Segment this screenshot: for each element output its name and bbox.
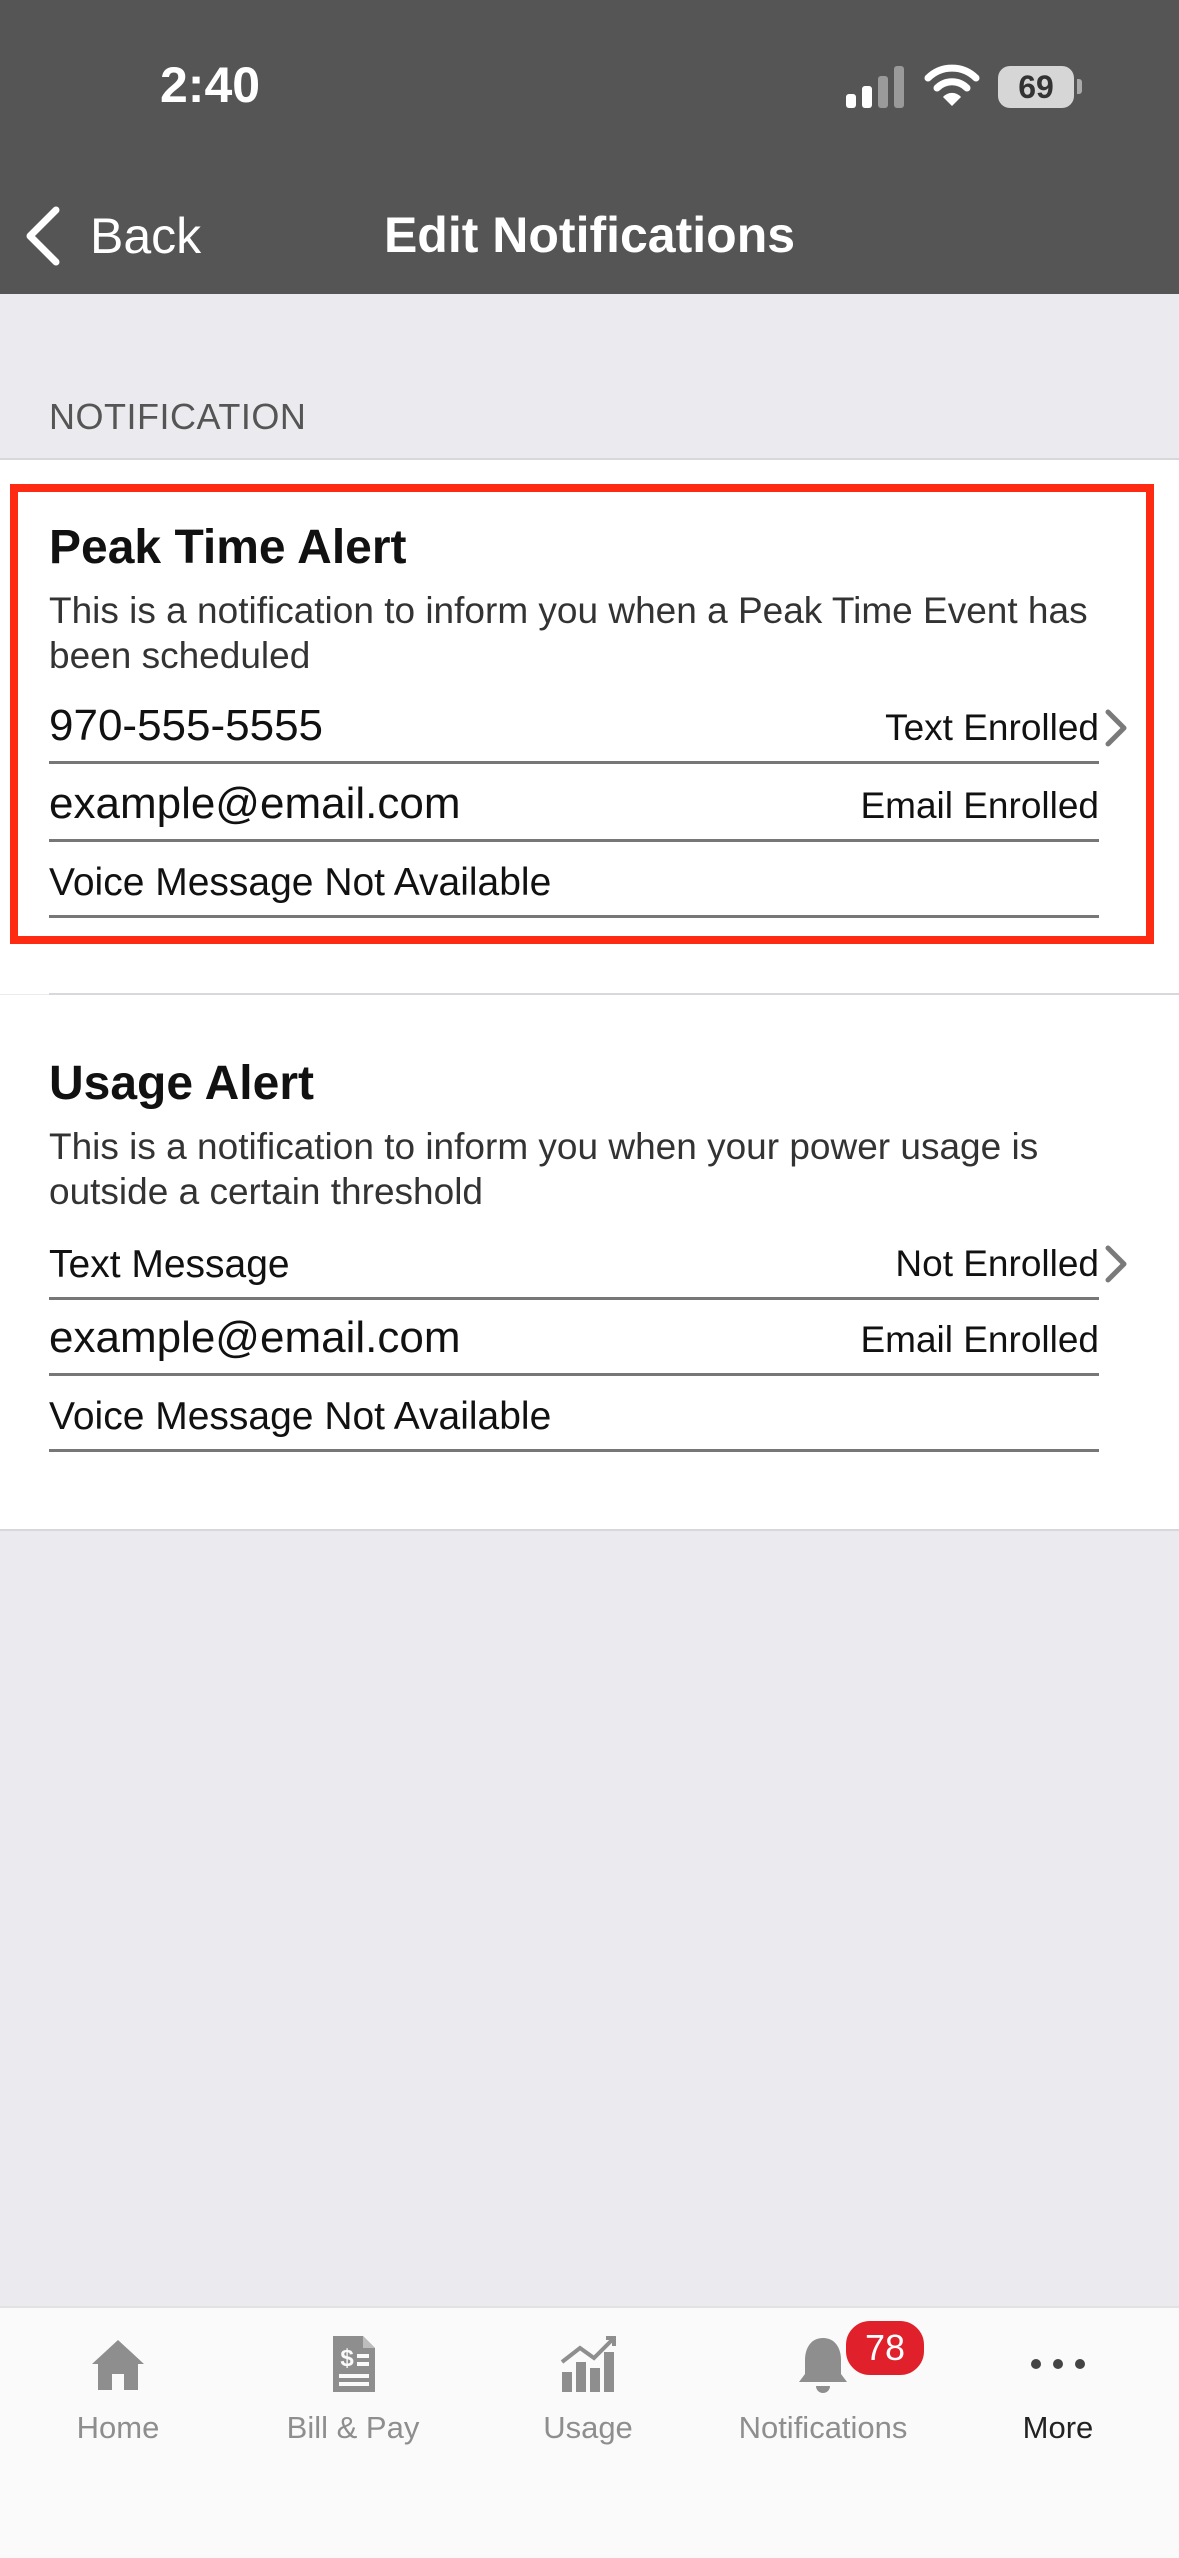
svg-text:$: $	[340, 2345, 354, 2372]
notification-count-badge: 78	[843, 2318, 927, 2378]
cellular-signal-icon	[846, 66, 904, 108]
tab-bar: Home $ Bill & Pay Usage Notifications Mo…	[0, 2306, 1179, 2558]
alert-description: This is a notification to inform you whe…	[49, 1126, 1039, 1212]
back-button[interactable]: Back	[22, 196, 201, 276]
back-label: Back	[90, 208, 202, 264]
home-icon	[92, 2340, 144, 2390]
chevron-left-icon	[26, 206, 60, 266]
status-bar: 2:40 69	[0, 0, 1179, 176]
tab-home[interactable]: Home	[8, 2332, 228, 2446]
wifi-icon	[924, 64, 980, 106]
email-row[interactable]: example@email.com Email Enrolled	[49, 1300, 1099, 1376]
tab-more[interactable]: More	[948, 2332, 1168, 2446]
text-message-row[interactable]: Text Message Not Enrolled	[49, 1224, 1099, 1300]
tab-label: Home	[76, 2410, 160, 2445]
battery-indicator: 69	[998, 66, 1074, 108]
chevron-right-icon[interactable]	[1103, 1244, 1129, 1284]
battery-nub	[1077, 79, 1082, 94]
bill-icon: $	[333, 2336, 375, 2392]
tab-label: Notifications	[738, 2410, 908, 2445]
tab-label: Bill & Pay	[286, 2410, 420, 2445]
text-message-label: Text Message	[49, 1243, 290, 1286]
email-address: example@email.com	[49, 1313, 461, 1362]
alert-title: Usage Alert	[49, 1057, 314, 1110]
tab-bill-pay[interactable]: $ Bill & Pay	[243, 2332, 463, 2446]
tab-usage[interactable]: Usage	[478, 2332, 698, 2446]
voice-message-row: Voice Message Not Available	[49, 1376, 1099, 1452]
usage-chart-icon	[560, 2336, 616, 2392]
divider	[0, 1529, 1179, 1531]
more-dots-icon	[1031, 2359, 1085, 2369]
email-enrollment-status: Email Enrolled	[860, 1319, 1099, 1360]
navigation-bar: Edit Notifications Back	[0, 176, 1179, 294]
highlight-box	[10, 484, 1154, 944]
section-header: NOTIFICATION	[49, 396, 307, 437]
voice-message-status: Voice Message Not Available	[49, 1395, 552, 1438]
status-time: 2:40	[160, 57, 261, 113]
tab-label: Usage	[543, 2410, 633, 2445]
text-enrollment-status: Not Enrolled	[895, 1243, 1099, 1284]
tab-label: More	[1022, 2410, 1094, 2445]
